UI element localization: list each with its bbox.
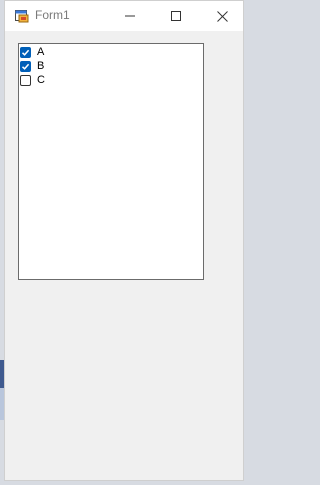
- minimize-icon: [125, 15, 135, 17]
- title-bar[interactable]: Form1: [5, 1, 243, 31]
- list-item-b[interactable]: B: [20, 59, 45, 73]
- close-button[interactable]: [199, 1, 245, 31]
- check-icon: [21, 63, 30, 70]
- window-title: Form1: [35, 8, 70, 22]
- list-item-c[interactable]: C: [20, 73, 46, 87]
- checkbox-a[interactable]: [20, 46, 31, 58]
- minimize-button[interactable]: [107, 1, 153, 31]
- close-icon: [216, 10, 228, 22]
- form-window: Form1 A B C: [4, 0, 244, 481]
- checkbox-c[interactable]: [20, 74, 31, 86]
- list-item-a[interactable]: A: [20, 45, 45, 59]
- list-item-label: C: [37, 74, 45, 86]
- app-icon: [15, 9, 29, 23]
- list-item-label: B: [37, 60, 45, 72]
- checked-list-box[interactable]: A B C: [18, 43, 204, 280]
- maximize-button[interactable]: [153, 1, 199, 31]
- list-item-label: A: [37, 46, 45, 58]
- checkbox-b[interactable]: [20, 60, 31, 72]
- maximize-icon: [171, 11, 181, 21]
- check-icon: [21, 49, 30, 56]
